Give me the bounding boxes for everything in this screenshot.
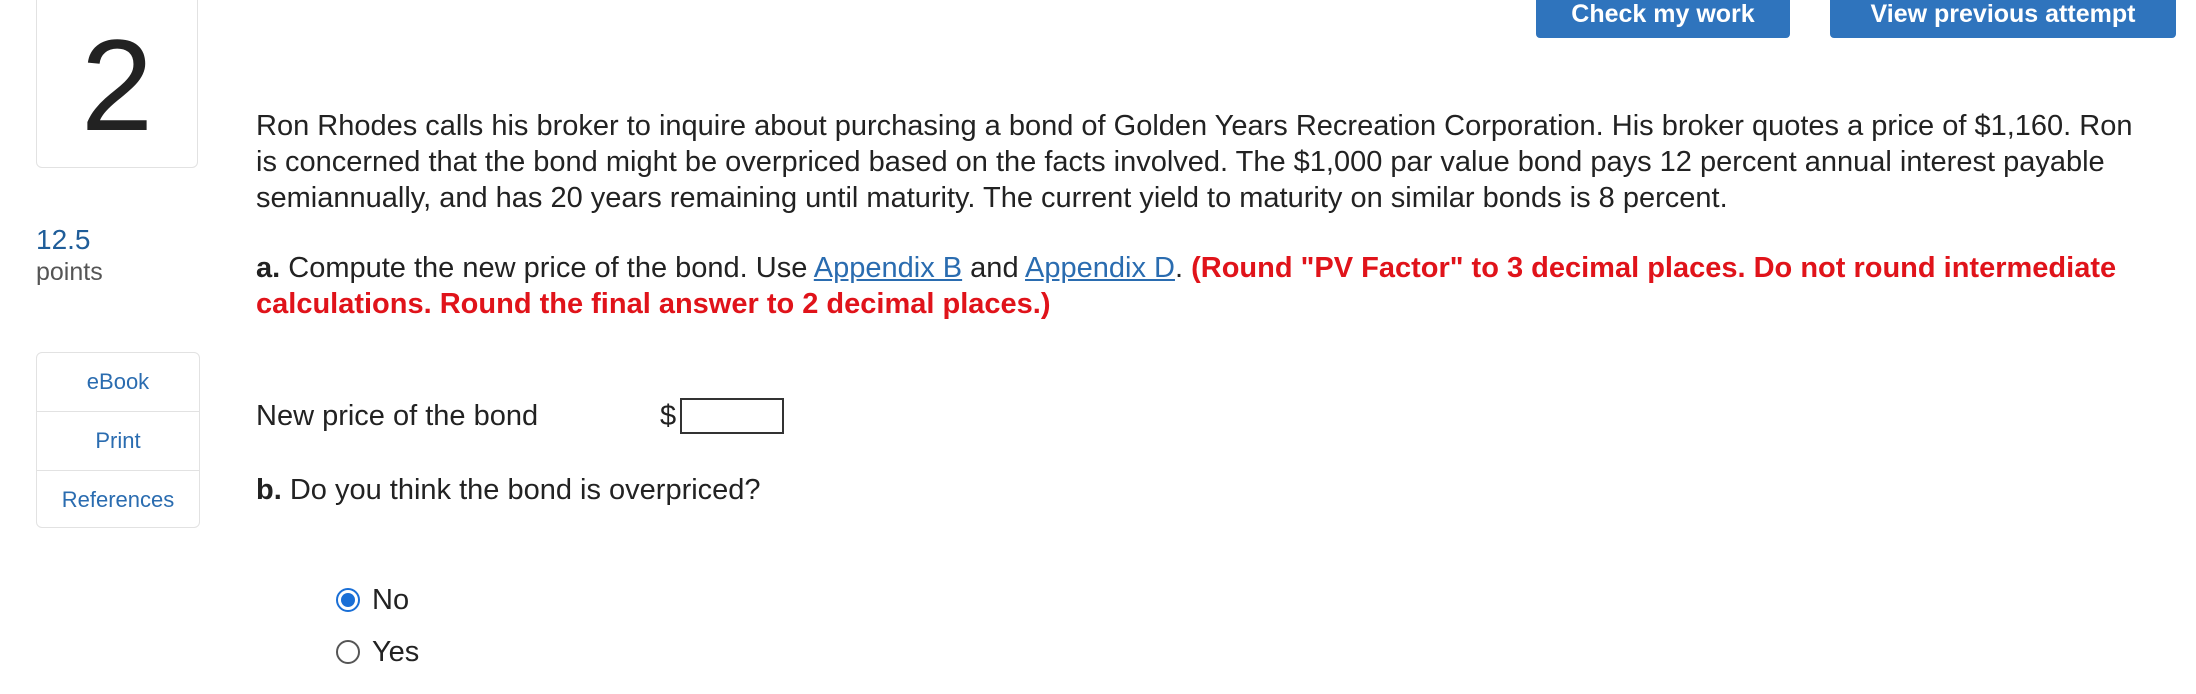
overpriced-radio-group: No Yes — [336, 574, 419, 678]
ebook-link[interactable]: eBook — [37, 353, 199, 412]
appendix-b-link[interactable]: Appendix B — [814, 252, 962, 284]
part-b-prompt: b. Do you think the bond is overpriced? — [256, 474, 761, 507]
problem-text: Ron Rhodes calls his broker to inquire a… — [256, 110, 2133, 214]
resource-links: eBook Print References — [36, 352, 200, 528]
part-a-and: and — [962, 252, 1026, 284]
radio-label-no: No — [372, 583, 410, 616]
part-b-label: b. — [256, 474, 282, 506]
view-previous-attempt-button[interactable]: View previous attempt — [1830, 0, 2176, 38]
radio-option-no[interactable]: No — [336, 574, 419, 626]
part-a-text: Compute the new price of the bond. Use — [280, 252, 814, 284]
radio-label-yes: Yes — [372, 635, 420, 668]
radio-yes[interactable] — [336, 640, 360, 664]
bond-price-input[interactable] — [680, 398, 785, 434]
points-value: 12.5 — [36, 224, 91, 255]
radio-option-yes[interactable]: Yes — [336, 626, 419, 678]
answer-label: New price of the bond — [256, 399, 539, 432]
currency-symbol: $ — [660, 399, 677, 432]
question-number-box: 2 — [36, 0, 198, 168]
part-b-text: Do you think the bond is overpriced? — [281, 474, 761, 506]
references-link[interactable]: References — [37, 471, 199, 529]
question-page: 2 12.5 points eBook Print References Che… — [0, 0, 2196, 694]
question-content: Ron Rhodes calls his broker to inquire a… — [256, 108, 2156, 351]
part-a-period: . — [1174, 252, 1192, 284]
part-a-label: a. — [256, 252, 281, 284]
radio-no[interactable] — [336, 588, 360, 612]
print-link[interactable]: Print — [37, 412, 199, 471]
question-number: 2 — [80, 12, 154, 158]
points-label: points — [36, 258, 103, 286]
part-a-prompt: a. Compute the new price of the bond. Us… — [256, 250, 2156, 322]
check-my-work-button[interactable]: Check my work — [1536, 0, 1790, 38]
answer-row: New price of the bond $ — [256, 398, 785, 434]
appendix-d-link[interactable]: Appendix D — [1025, 252, 1175, 284]
